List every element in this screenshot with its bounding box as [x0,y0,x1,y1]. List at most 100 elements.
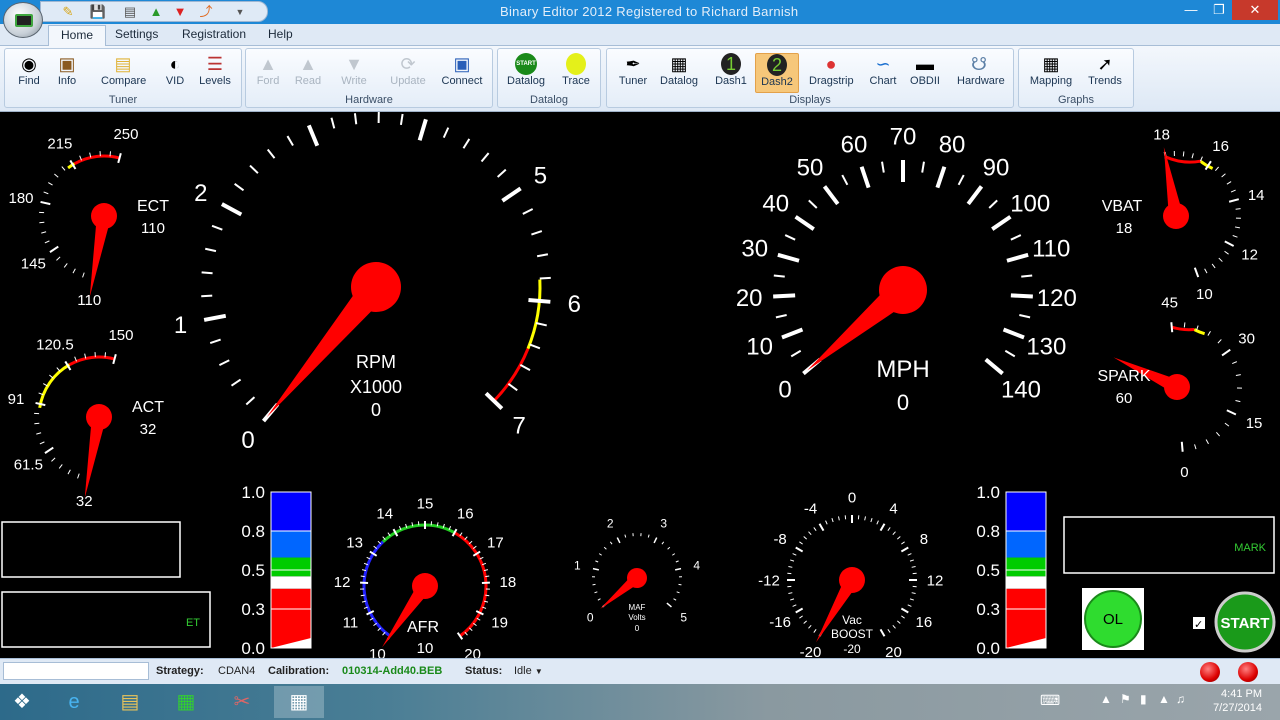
bar-scale-label: 1.0 [976,483,1000,502]
boost-value: -20 [843,642,861,656]
update-button[interactable]: ⟳ Update [386,53,430,93]
major-tick [616,537,621,544]
tick-label: 40 [762,191,789,218]
compare-button[interactable]: ▤ Compare [101,53,146,93]
spark-gauge: 0 15 30 45 SPARK 60 [1097,295,1262,481]
arrow-up-icon[interactable]: ▲ [147,4,165,20]
write-button[interactable]: ▼ Write [332,53,376,93]
volume-icon[interactable]: ♫ [1176,692,1185,706]
battery-icon[interactable]: ▮ [1140,692,1147,706]
undo-icon[interactable]: ⤴ [197,4,215,20]
minor-tick [209,338,221,345]
display-chart-button[interactable]: ∽ Chart [861,53,905,93]
tick-label: 50 [797,155,824,182]
bar-segment [1006,557,1046,577]
read-button[interactable]: ▲ Read [286,53,330,93]
document-icon[interactable]: ▤ [121,4,139,20]
app-logo-icon[interactable] [3,2,43,38]
tab-home[interactable]: Home [48,25,107,46]
keyboard-icon[interactable]: ⌨ [1040,692,1060,709]
tick-label: 0 [1180,464,1188,481]
close-button[interactable]: ✕ [1232,0,1278,20]
minor-tick [1224,250,1229,255]
mapping-button[interactable]: ▦ Mapping [1029,53,1073,93]
windows-taskbar: ❖ e ▤ ▦ ✂ ▦ ⌨ ▲ ⚑ ▮ ▲ ♫ 4:41 PM 7/27/201… [0,684,1280,720]
minor-tick [41,231,47,234]
vid-button[interactable]: ◐ VID [153,53,197,93]
grid-icon: ▦ [670,54,688,74]
display-hardware-button[interactable]: ☋ Hardware [957,53,1005,93]
minor-tick [603,546,607,550]
windows-start-icon[interactable]: ❖ [2,686,42,718]
binary-editor-taskbar-icon[interactable]: ▦ [274,686,324,718]
store-icon[interactable]: ▦ [166,686,206,718]
minor-tick [82,272,85,278]
trends-button[interactable]: ➚ Trends [1083,53,1127,93]
minor-tick [907,553,912,556]
bar-scale-label: 0.8 [976,522,1000,541]
file-explorer-icon[interactable]: ▤ [110,686,150,718]
trace-button[interactable]: Trace [554,53,598,93]
minor-tick [1182,151,1185,157]
tray-arrow-icon[interactable]: ▲ [1100,692,1112,706]
tick-label: 16 [1212,138,1229,155]
tick-label: 110 [77,292,101,309]
tick-label: 5 [534,162,547,189]
minor-tick [788,565,793,568]
minor-tick [522,208,534,215]
afr-bar-meter: 1.0 0.8 0.5 0.3 0.0 [241,483,312,658]
minor-tick [1232,235,1238,238]
display-dragstrip-button[interactable]: ● Dragstrip [809,53,854,93]
ol-label: OL [1103,611,1123,628]
major-tick [1193,267,1200,278]
customize-dropdown-icon[interactable]: ▼ [231,4,249,20]
display-dash2-button[interactable]: 2 Dash2 [755,53,799,93]
tab-help[interactable]: Help [268,27,293,41]
ribbon-group-displays: ✒ Tuner ▦ Datalog 1 Dash1 2 Dash2 ● Dragstrip… [606,48,1014,108]
arrow-down-icon[interactable]: ▼ [171,4,189,20]
display-obdii-button[interactable]: ▬ OBDII [903,53,947,93]
minor-tick [673,598,677,601]
major-tick [220,202,243,217]
levels-button[interactable]: ☰ Levels [193,53,237,93]
minor-tick [77,473,80,479]
trends-icon: ➚ [1097,54,1113,74]
tab-registration[interactable]: Registration [182,27,246,41]
major-tick [777,252,800,263]
snipping-tool-icon[interactable]: ✂ [222,686,262,718]
ford-button[interactable]: ▲ Ford [246,53,290,93]
minimize-button[interactable]: — [1176,0,1206,20]
connect-button[interactable]: ▣ Connect [440,53,484,93]
datalog-start-button[interactable]: START Datalog [504,53,548,93]
traffic-light-icon: ● [825,54,837,74]
system-tray: ⌨ ▲ ⚑ ▮ ▲ ♫ 4:41 PM 7/27/2014 [1030,684,1280,720]
mark-label: MARK [1234,542,1266,554]
minor-tick [597,598,601,601]
clock[interactable]: 4:41 PM 7/27/2014 [1213,687,1262,715]
status-dropdown[interactable]: Idle ▼ [514,665,543,677]
major-tick [1002,327,1025,340]
tab-settings[interactable]: Settings [115,27,158,41]
display-datalog-button[interactable]: ▦ Datalog [657,53,701,93]
trace-light-icon [566,53,586,75]
display-dash1-button[interactable]: 1 Dash1 [709,53,753,93]
maximize-button[interactable]: ❐ [1204,0,1234,20]
mph-label: MPH [876,356,929,383]
tick-label: 17 [487,534,504,551]
minor-tick [531,230,543,236]
display-tuner-button[interactable]: ✒ Tuner [611,53,655,93]
tick-label: -8 [773,531,786,548]
minor-tick [1205,439,1209,445]
minor-tick [109,151,112,157]
rpm-label: RPM [356,352,396,372]
title-bar: ✎ 💾 ▤ ▲ ▼ ⤴ ▼ Binary Editor 2012 Registe… [0,0,1280,24]
flag-icon[interactable]: ⚑ [1120,692,1131,706]
info-button[interactable]: ▣ Info [45,53,89,93]
save-icon[interactable]: 💾 [89,4,107,20]
spark-value: 60 [1116,390,1133,407]
network-icon[interactable]: ▲ [1158,692,1170,706]
minor-tick [784,234,796,241]
internet-explorer-icon[interactable]: e [54,686,94,718]
open-icon[interactable]: ✎ [59,4,77,20]
tick-label: 110 [1032,236,1070,263]
